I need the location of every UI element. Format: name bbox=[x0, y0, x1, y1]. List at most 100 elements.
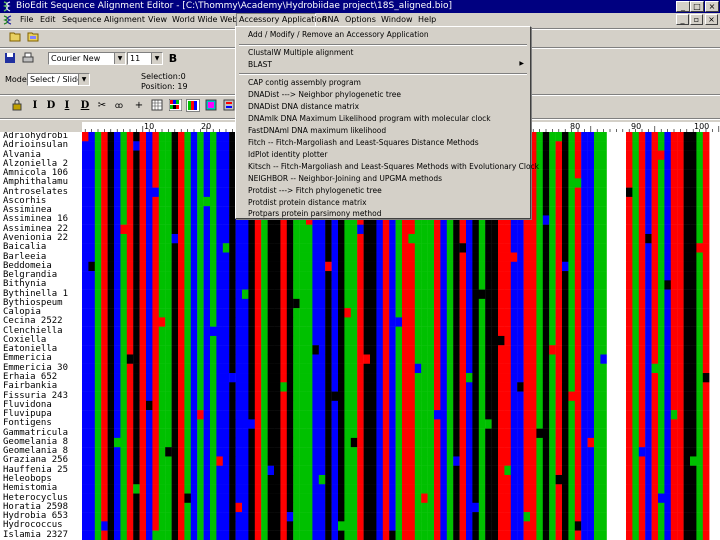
nucleotide-cell[interactable] bbox=[491, 354, 499, 364]
nucleotide-cell[interactable] bbox=[440, 521, 447, 531]
nucleotide-cell[interactable] bbox=[549, 447, 556, 457]
nucleotide-cell[interactable] bbox=[235, 289, 243, 300]
nucleotide-cell[interactable] bbox=[459, 224, 467, 235]
nucleotide-cell[interactable] bbox=[139, 335, 147, 346]
nucleotide-cell[interactable] bbox=[498, 354, 505, 364]
nucleotide-cell[interactable] bbox=[94, 169, 102, 179]
nucleotide-cell[interactable] bbox=[683, 474, 691, 485]
nucleotide-cell[interactable] bbox=[139, 354, 147, 364]
nucleotide-cell[interactable] bbox=[549, 132, 556, 142]
nucleotide-cell[interactable] bbox=[574, 437, 582, 448]
nucleotide-cell[interactable] bbox=[165, 187, 172, 198]
nucleotide-cell[interactable] bbox=[133, 141, 140, 151]
nucleotide-cell[interactable] bbox=[254, 512, 262, 522]
nucleotide-cell[interactable] bbox=[549, 382, 556, 392]
nucleotide-cell[interactable] bbox=[498, 298, 505, 309]
nucleotide-cell[interactable] bbox=[344, 493, 351, 503]
nucleotide-cell[interactable] bbox=[574, 373, 582, 383]
nucleotide-cell[interactable] bbox=[414, 243, 422, 253]
nucleotide-cell[interactable] bbox=[670, 271, 678, 281]
nucleotide-cell[interactable] bbox=[133, 317, 140, 327]
nucleotide-cell[interactable] bbox=[152, 289, 159, 300]
nucleotide-cell[interactable] bbox=[677, 521, 684, 531]
nucleotide-cell[interactable] bbox=[542, 512, 550, 522]
nucleotide-cell[interactable] bbox=[165, 233, 172, 244]
nucleotide-cell[interactable] bbox=[504, 308, 511, 318]
nucleotide-cell[interactable] bbox=[606, 308, 614, 318]
nucleotide-cell[interactable] bbox=[619, 261, 627, 272]
nucleotide-cell[interactable] bbox=[702, 150, 710, 161]
nucleotide-cell[interactable] bbox=[581, 502, 588, 513]
nucleotide-cell[interactable] bbox=[114, 373, 121, 383]
nucleotide-cell[interactable] bbox=[555, 298, 563, 309]
nucleotide-cell[interactable] bbox=[587, 317, 595, 327]
nucleotide-cell[interactable] bbox=[645, 400, 652, 411]
nucleotide-cell[interactable] bbox=[434, 391, 441, 402]
nucleotide-cell[interactable] bbox=[101, 465, 108, 476]
nucleotide-cell[interactable] bbox=[158, 345, 166, 355]
nucleotide-cell[interactable] bbox=[363, 317, 371, 327]
nucleotide-cell[interactable] bbox=[542, 530, 550, 540]
nucleotide-cell[interactable] bbox=[299, 224, 307, 235]
nucleotide-cell[interactable] bbox=[184, 252, 191, 262]
nucleotide-cell[interactable] bbox=[421, 437, 428, 448]
nucleotide-cell[interactable] bbox=[498, 345, 505, 355]
nucleotide-cell[interactable] bbox=[382, 335, 390, 346]
nucleotide-cell[interactable] bbox=[517, 233, 524, 244]
nucleotide-cell[interactable] bbox=[376, 456, 383, 466]
nucleotide-cell[interactable] bbox=[594, 400, 601, 411]
nucleotide-cell[interactable] bbox=[126, 428, 134, 439]
nucleotide-cell[interactable] bbox=[453, 261, 460, 272]
nucleotide-cell[interactable] bbox=[146, 132, 153, 142]
nucleotide-cell[interactable] bbox=[549, 474, 556, 485]
nucleotide-cell[interactable] bbox=[606, 456, 614, 466]
nucleotide-cell[interactable] bbox=[696, 474, 703, 485]
nucleotide-cell[interactable] bbox=[370, 428, 377, 439]
nucleotide-cell[interactable] bbox=[139, 252, 147, 262]
nucleotide-cell[interactable] bbox=[171, 169, 179, 179]
nucleotide-cell[interactable] bbox=[261, 271, 268, 281]
nucleotide-cell[interactable] bbox=[94, 345, 102, 355]
nucleotide-cell[interactable] bbox=[331, 456, 339, 466]
nucleotide-cell[interactable] bbox=[203, 484, 211, 494]
nucleotide-cell[interactable] bbox=[357, 456, 364, 466]
nucleotide-cell[interactable] bbox=[325, 363, 332, 374]
nucleotide-cell[interactable] bbox=[146, 354, 153, 364]
nucleotide-cell[interactable] bbox=[82, 456, 89, 466]
nucleotide-cell[interactable] bbox=[683, 428, 691, 439]
nucleotide-cell[interactable] bbox=[133, 289, 140, 300]
nucleotide-cell[interactable] bbox=[338, 252, 345, 262]
nucleotide-cell[interactable] bbox=[581, 298, 588, 309]
nucleotide-cell[interactable] bbox=[523, 502, 531, 513]
color-sequence-icon[interactable] bbox=[168, 98, 182, 112]
nucleotide-cell[interactable] bbox=[82, 178, 89, 188]
nucleotide-cell[interactable] bbox=[683, 502, 691, 513]
nucleotide-cell[interactable] bbox=[574, 391, 582, 402]
nucleotide-cell[interactable] bbox=[696, 512, 703, 522]
nucleotide-cell[interactable] bbox=[600, 159, 607, 170]
nucleotide-cell[interactable] bbox=[670, 150, 678, 161]
nucleotide-cell[interactable] bbox=[88, 419, 95, 429]
nucleotide-cell[interactable] bbox=[690, 206, 697, 216]
nucleotide-cell[interactable] bbox=[274, 271, 281, 281]
nucleotide-cell[interactable] bbox=[267, 345, 275, 355]
nucleotide-cell[interactable] bbox=[421, 233, 428, 244]
sequence-row[interactable] bbox=[82, 317, 710, 327]
nucleotide-cell[interactable] bbox=[299, 419, 307, 429]
nucleotide-cell[interactable] bbox=[152, 206, 159, 216]
nucleotide-cell[interactable] bbox=[517, 373, 524, 383]
nucleotide-cell[interactable] bbox=[107, 335, 115, 346]
nucleotide-cell[interactable] bbox=[421, 465, 428, 476]
nucleotide-cell[interactable] bbox=[530, 373, 537, 383]
nucleotide-cell[interactable] bbox=[434, 308, 441, 318]
nucleotide-cell[interactable] bbox=[498, 326, 505, 337]
nucleotide-cell[interactable] bbox=[453, 335, 460, 346]
nucleotide-cell[interactable] bbox=[677, 400, 684, 411]
nucleotide-cell[interactable] bbox=[466, 530, 473, 540]
nucleotide-cell[interactable] bbox=[434, 502, 441, 513]
nucleotide-cell[interactable] bbox=[88, 243, 95, 253]
nucleotide-cell[interactable] bbox=[638, 437, 646, 448]
nucleotide-cell[interactable] bbox=[651, 178, 659, 188]
nucleotide-cell[interactable] bbox=[677, 280, 684, 290]
nucleotide-cell[interactable] bbox=[216, 280, 223, 290]
